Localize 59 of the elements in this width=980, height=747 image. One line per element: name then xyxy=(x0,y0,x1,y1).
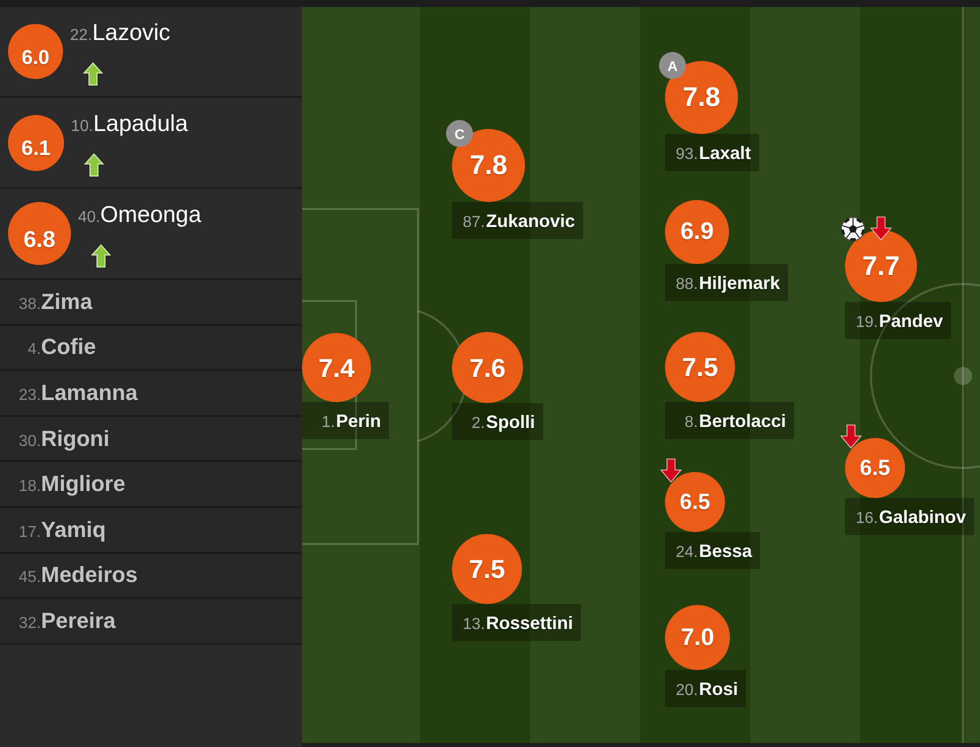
player-rating: 6.9 xyxy=(665,200,729,264)
player-name: Medeiros xyxy=(41,562,138,588)
shirt-number: 45. xyxy=(18,569,41,588)
player-rating: 6.5 xyxy=(845,438,905,498)
shirt-number: 87. xyxy=(462,214,485,232)
shirt-number: 32. xyxy=(18,614,41,633)
shirt-number: 23. xyxy=(18,386,41,405)
player-name: Spolli xyxy=(486,412,535,433)
player-name: Hiljemark xyxy=(699,273,780,294)
shirt-number: 24. xyxy=(674,544,698,562)
player-rating: 7.6 xyxy=(452,332,523,403)
shirt-number: 17. xyxy=(18,524,41,542)
shirt-number: 40. xyxy=(78,209,100,227)
shirt-number: 20. xyxy=(674,682,698,700)
shirt-number: 38. xyxy=(18,296,41,314)
player-name: Omeonga xyxy=(100,201,202,228)
player-rating: 6.8 xyxy=(8,202,71,265)
player-name: Laxalt xyxy=(699,143,752,164)
player-rating: 6.1 xyxy=(8,114,64,170)
shirt-number: 16. xyxy=(854,510,878,528)
player-name: Rosi xyxy=(699,679,738,700)
armband-marker: A xyxy=(659,52,686,79)
player-rating: 7.0 xyxy=(665,605,730,670)
shirt-number: 22. xyxy=(70,27,92,45)
shirt-number: 2. xyxy=(470,415,485,433)
player-name: Rigoni xyxy=(41,426,110,452)
armband-marker: C xyxy=(446,120,473,147)
player-name: Pereira xyxy=(41,608,116,634)
shirt-number: 93. xyxy=(674,146,698,164)
player-rating: 7.7 xyxy=(845,230,917,302)
player-name: Yamiq xyxy=(41,516,106,543)
player-name: Migliore xyxy=(41,471,126,498)
shirt-number: 18. xyxy=(18,478,41,496)
player-rating: 7.4 xyxy=(302,333,371,402)
shirt-number: 88. xyxy=(674,276,698,294)
player-rating: 7.5 xyxy=(665,332,735,402)
player-name: Cofie xyxy=(41,334,96,360)
player-name: Zukanovic xyxy=(486,211,576,232)
shirt-number: 30. xyxy=(18,432,41,451)
player-name: Zima xyxy=(41,288,92,315)
shirt-number: 1. xyxy=(320,414,335,432)
player-name: Bertolacci xyxy=(699,411,786,432)
player-rating: 7.5 xyxy=(452,534,522,604)
player-name: Perin xyxy=(336,411,382,432)
centre-spot xyxy=(954,367,972,385)
player-name: Pandev xyxy=(879,311,944,332)
shirt-number: 10. xyxy=(71,118,94,136)
player-name: Galabinov xyxy=(879,507,966,528)
shirt-number: 19. xyxy=(854,314,878,332)
player-name: Lazovic xyxy=(92,19,170,46)
shirt-number: 4. xyxy=(26,341,41,360)
player-name: Bessa xyxy=(699,541,752,562)
player-name: Lapadula xyxy=(93,110,188,137)
player-rating: 6.5 xyxy=(665,472,725,532)
shirt-number: 13. xyxy=(462,616,485,634)
shirt-number: 8. xyxy=(684,414,698,432)
player-name: Rossettini xyxy=(486,613,574,634)
player-name: Lamanna xyxy=(41,380,138,406)
player-rating: 6.0 xyxy=(8,24,63,79)
